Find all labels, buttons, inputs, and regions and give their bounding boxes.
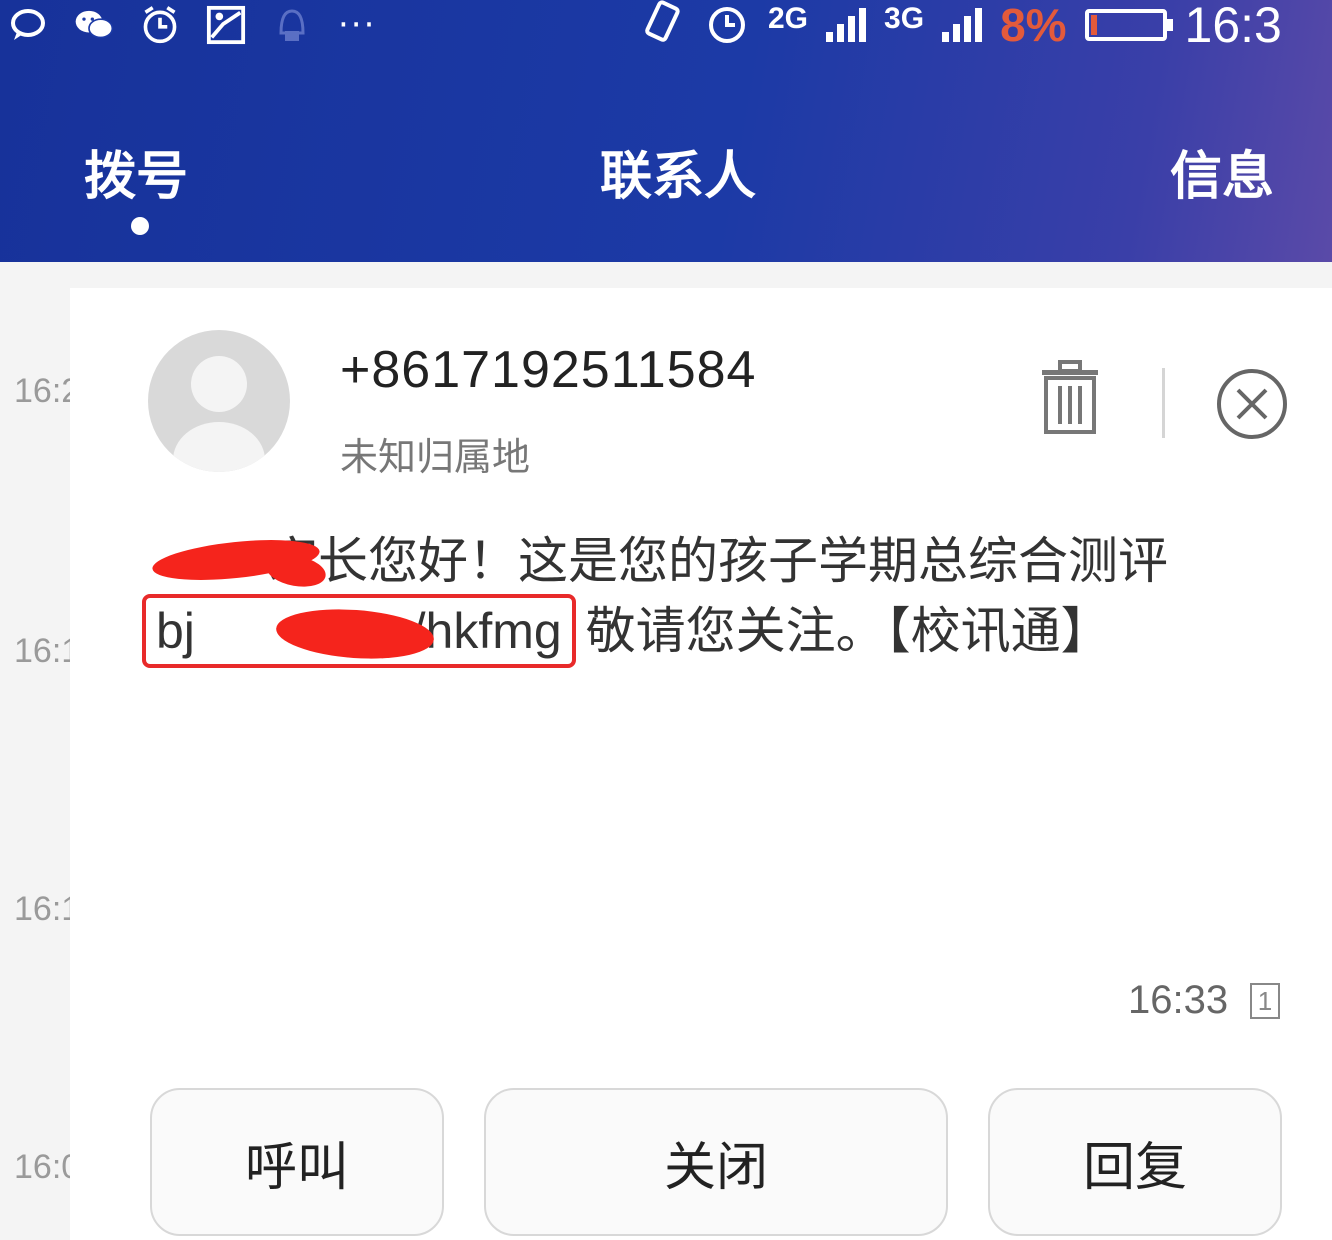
signal-strength-icon (942, 8, 983, 42)
status-clock: 16:3 (1184, 0, 1282, 53)
person-icon (173, 356, 265, 472)
tab-bar: 拨号 联系人 信息 (0, 120, 1332, 235)
signal-strength-icon (826, 8, 867, 42)
notification-icon (272, 5, 312, 45)
sender-number: +8617192511584 (340, 341, 757, 399)
more-dots-icon: ··· (338, 5, 377, 45)
status-bar-left: ··· (8, 0, 376, 50)
tab-messages[interactable]: 信息 (1170, 134, 1274, 209)
image-icon (206, 5, 246, 45)
message-text-part2: 敬请您关注。【校讯通】 (585, 602, 1111, 660)
close-icon (1217, 369, 1287, 439)
battery-percent: 8% (1000, 0, 1067, 51)
tab-contacts[interactable]: 联系人 (600, 134, 756, 209)
wechat-icon (74, 5, 114, 45)
network-type-2: 3G (884, 2, 925, 35)
link-prefix: bj (156, 603, 195, 659)
sms-popup: +8617192511584 未知归属地 家长您好！这是您的孩子学期总综合测评 b… (70, 288, 1332, 1240)
reply-button[interactable]: 回复 (988, 1088, 1282, 1236)
divider (1162, 368, 1165, 438)
status-bar-right: 2G 3G 8% 16:3 (640, 0, 1282, 53)
active-tab-indicator (131, 217, 149, 235)
app-header: ··· 2G 3G 8% 16:3 拨号 联系人 信息 (0, 0, 1332, 262)
network-type-1: 2G (768, 2, 809, 35)
alarm-icon (140, 5, 180, 45)
battery-icon (1084, 9, 1173, 41)
chat-bubble-icon (8, 5, 48, 45)
delete-button[interactable] (1038, 360, 1102, 436)
message-time: 16:33 (1128, 978, 1229, 1022)
tab-dial[interactable]: 拨号 (84, 134, 188, 209)
message-text-part1: 家长您好！这是您的孩子学期总综合测评 (268, 532, 1168, 590)
avatar (148, 330, 290, 472)
call-button[interactable]: 呼叫 (150, 1088, 444, 1236)
alarm-icon (704, 0, 750, 50)
sender-location: 未知归属地 (340, 435, 531, 479)
sim-card-icon: 1 (1250, 983, 1280, 1019)
trash-icon (1042, 360, 1098, 434)
rotate-icon (640, 0, 686, 50)
close-popup-button[interactable] (1216, 368, 1288, 440)
status-bar: ··· 2G 3G 8% 16:3 (0, 0, 1332, 58)
battery-fill (1090, 15, 1097, 35)
close-button[interactable]: 关闭 (484, 1088, 948, 1236)
